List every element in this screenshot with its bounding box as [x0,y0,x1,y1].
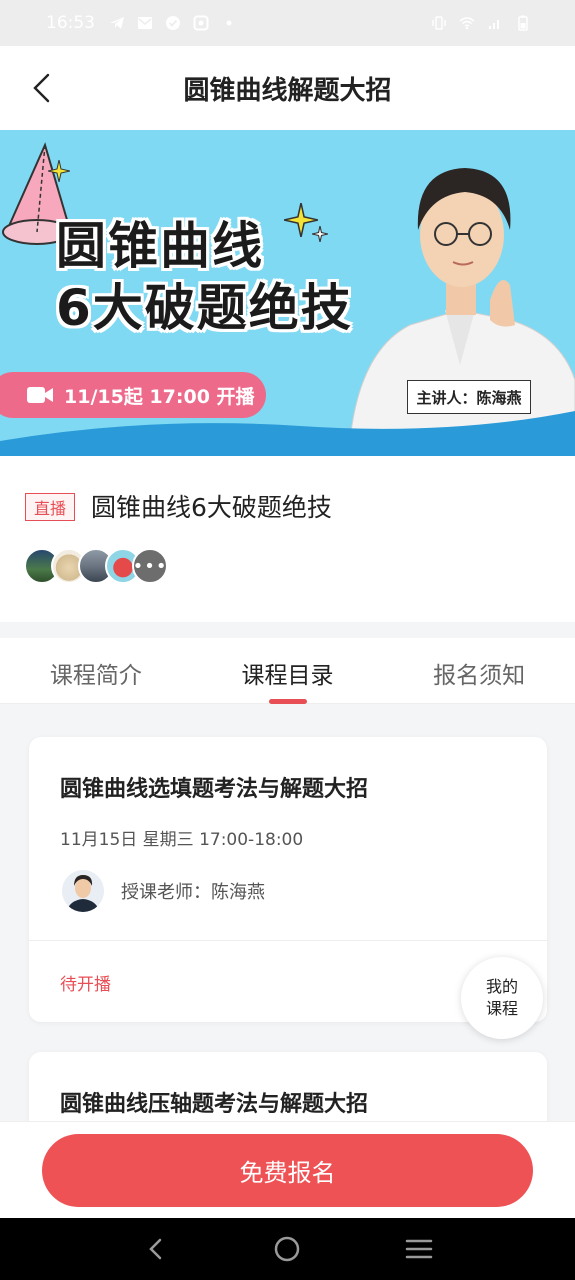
my-course-label-line1: 我的 [485,977,518,996]
more-avatars-icon: ••• [132,548,168,584]
enrolled-avatars[interactable]: ••• [24,548,168,584]
schedule-pill: 11/15起 17:00 开播 [0,372,266,418]
free-signup-button[interactable]: 免费报名 [42,1134,533,1207]
course-banner[interactable]: 圆锥曲线 6大破题绝技 主讲人：陈海燕 11/15起 17:00 开播 [0,130,575,456]
telegram-icon [110,17,124,29]
sparkle-icon [48,160,70,182]
tab-notice[interactable]: 报名须知 [383,638,575,703]
wifi-icon [459,17,475,30]
page-title: 圆锥曲线解题大招 [183,75,392,106]
teacher-name: 授课老师：陈海燕 [121,882,265,903]
tab-intro[interactable]: 课程简介 [0,638,192,703]
course-name: 圆锥曲线6大破题绝技 [91,493,332,522]
banner-title-line1: 圆锥曲线 [56,217,264,275]
system-nav-bar [0,1218,575,1280]
lesson-title: 圆锥曲线选填题考法与解题大招 [60,777,369,802]
lesson-time: 11月15日 星期三 17:00-18:00 [60,830,304,850]
tab-catalog[interactable]: 课程目录 [192,638,384,704]
vibrate-icon [432,16,446,30]
system-home-icon[interactable] [270,1232,304,1266]
battery-icon [518,15,528,31]
verified-icon [166,16,180,30]
live-badge: 直播 [25,493,75,521]
nav-bar: 圆锥曲线解题大招 [0,46,575,130]
system-back-icon[interactable] [139,1232,173,1266]
banner-headline: 圆锥曲线 6大破题绝技 [56,215,353,339]
mail-icon [138,17,152,29]
bottom-bar: 免费报名 [0,1121,575,1218]
my-course-button[interactable]: 我的 课程 [461,957,543,1039]
back-arrow-icon[interactable] [26,70,60,106]
signal-icon [489,20,499,29]
system-menu-icon[interactable] [402,1232,436,1266]
status-bar: 16:53 [0,0,575,46]
course-info: 直播 圆锥曲线6大破题绝技 ••• [0,456,575,622]
status-time: 16:53 [46,13,95,33]
video-camera-icon [27,387,53,403]
teacher-avatar [62,870,104,912]
course-tabs: 课程简介 课程目录 报名须知 [0,638,575,704]
schedule-text: 11/15起 17:00 开播 [64,385,255,408]
lesson-status: 待开播 [60,975,111,995]
dot-icon [226,20,232,26]
divider [29,940,547,941]
lesson-title: 圆锥曲线压轴题考法与解题大招 [60,1092,369,1117]
banner-title-line2: 6大破题绝技 [56,279,353,337]
app-icon [193,15,209,31]
my-course-label-line2: 课程 [485,999,518,1018]
